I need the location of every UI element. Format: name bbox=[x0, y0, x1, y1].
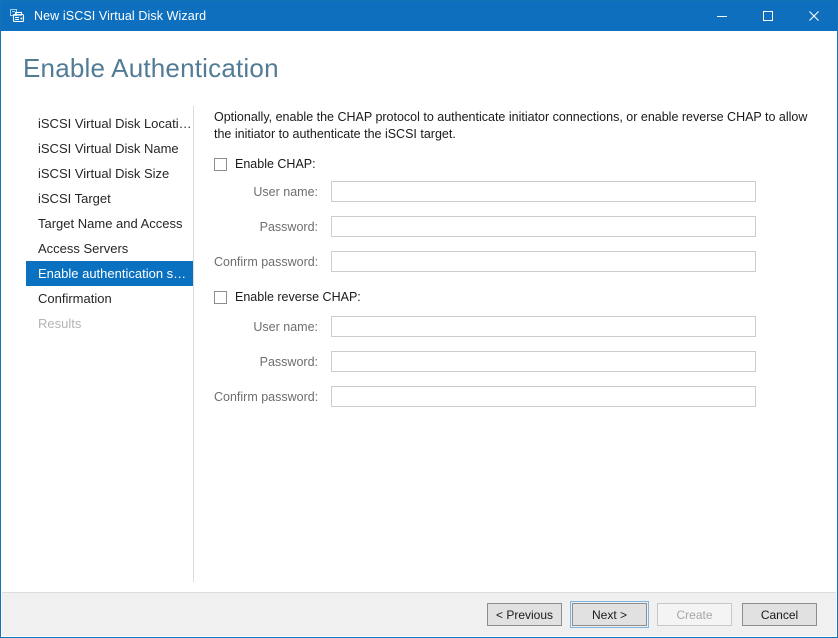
reverse-chap-confirm-password-label: Confirm password: bbox=[214, 389, 319, 404]
minimize-icon[interactable] bbox=[699, 1, 745, 31]
chap-fields: User name: Password: Confirm password: bbox=[214, 181, 814, 272]
reverse-chap-fields: User name: Password: Confirm password: bbox=[214, 316, 814, 407]
sidebar-item-iscsi-virtual-disk-location[interactable]: iSCSI Virtual Disk Location bbox=[26, 111, 193, 136]
enable-reverse-chap-label: Enable reverse CHAP: bbox=[235, 290, 361, 304]
reverse-chap-username-label: User name: bbox=[253, 319, 318, 334]
sidebar-item-target-name-and-access[interactable]: Target Name and Access bbox=[26, 211, 193, 236]
sidebar-item-results: Results bbox=[38, 316, 82, 331]
create-button: Create bbox=[657, 603, 732, 626]
close-icon[interactable] bbox=[791, 1, 837, 31]
reverse-chap-password-label: Password: bbox=[259, 354, 318, 369]
wizard-window: New iSCSI Virtual Disk Wizard Enable Aut… bbox=[0, 0, 838, 638]
sidebar-item-iscsi-virtual-disk-name[interactable]: iSCSI Virtual Disk Name bbox=[26, 136, 193, 161]
page-title: Enable Authentication bbox=[23, 53, 279, 83]
reverse-chap-confirm-password-row: Confirm password: bbox=[214, 386, 814, 407]
sidebar-item-iscsi-target[interactable]: iSCSI Target bbox=[26, 186, 193, 211]
reverse-chap-password-input[interactable] bbox=[331, 351, 756, 372]
content-pane: Optionally, enable the CHAP protocol to … bbox=[214, 109, 814, 421]
reverse-chap-username-row: User name: bbox=[214, 316, 814, 337]
iscsi-disk-wizard-icon bbox=[8, 7, 26, 25]
chap-username-row: User name: bbox=[214, 181, 814, 202]
maximize-icon[interactable] bbox=[745, 1, 791, 31]
chap-confirm-password-label: Confirm password: bbox=[214, 254, 319, 269]
sidebar-item-access-servers[interactable]: Access Servers bbox=[26, 236, 193, 261]
enable-chap-checkbox[interactable] bbox=[214, 157, 227, 171]
previous-button[interactable]: < Previous bbox=[487, 603, 562, 626]
enable-chap-label: Enable CHAP: bbox=[235, 157, 316, 171]
sidebar-item-confirmation[interactable]: Confirmation bbox=[26, 286, 193, 311]
reverse-chap-password-row: Password: bbox=[214, 351, 814, 372]
chap-password-label: Password: bbox=[259, 219, 318, 234]
sidebar-item-iscsi-virtual-disk-size[interactable]: iSCSI Virtual Disk Size bbox=[26, 161, 193, 186]
wizard-button-bar: < Previous Next > Create Cancel bbox=[487, 601, 817, 628]
reverse-chap-username-input[interactable] bbox=[331, 316, 756, 337]
nav-content-divider bbox=[193, 106, 194, 582]
chap-password-input[interactable] bbox=[331, 216, 756, 237]
chap-username-label: User name: bbox=[253, 184, 318, 199]
enable-chap-row[interactable]: Enable CHAP: bbox=[214, 157, 814, 171]
chap-password-row: Password: bbox=[214, 216, 814, 237]
chap-username-input[interactable] bbox=[331, 181, 756, 202]
cancel-button[interactable]: Cancel bbox=[742, 603, 817, 626]
next-button[interactable]: Next > bbox=[570, 601, 649, 628]
chap-confirm-password-row: Confirm password: bbox=[214, 251, 814, 272]
chap-confirm-password-input[interactable] bbox=[331, 251, 756, 272]
reverse-chap-confirm-password-input[interactable] bbox=[331, 386, 756, 407]
enable-reverse-chap-checkbox[interactable] bbox=[214, 290, 227, 304]
intro-description: Optionally, enable the CHAP protocol to … bbox=[214, 110, 808, 141]
window-title: New iSCSI Virtual Disk Wizard bbox=[34, 9, 207, 23]
sidebar-item-enable-authentication[interactable]: Enable authentication ser... bbox=[26, 261, 193, 286]
enable-reverse-chap-row[interactable]: Enable reverse CHAP: bbox=[214, 290, 814, 304]
title-bar: New iSCSI Virtual Disk Wizard bbox=[1, 1, 837, 31]
window-controls bbox=[699, 1, 837, 31]
footer-bar: < Previous Next > Create Cancel bbox=[2, 592, 836, 636]
wizard-step-nav: iSCSI Virtual Disk Location iSCSI Virtua… bbox=[26, 111, 193, 336]
